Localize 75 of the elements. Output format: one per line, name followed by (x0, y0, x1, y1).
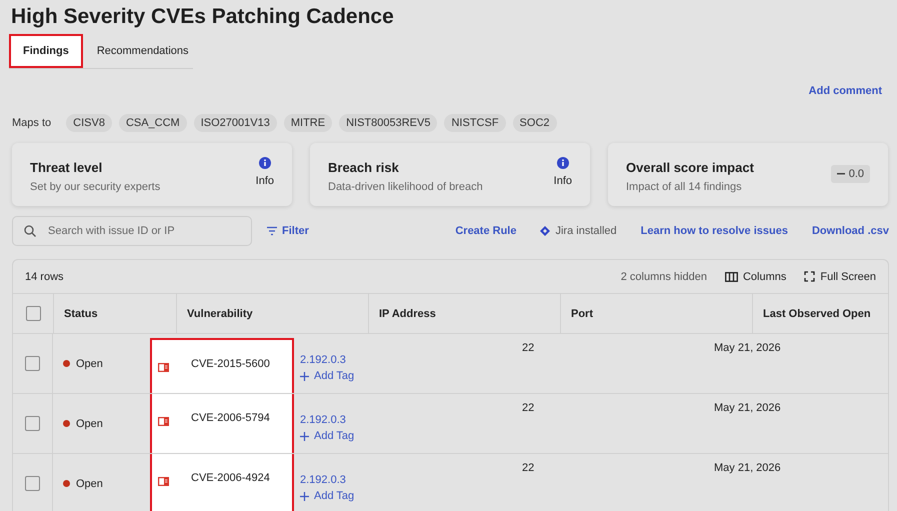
score-badge: 0.0 (830, 165, 870, 183)
row-checkbox[interactable] (25, 476, 40, 491)
card-title: Threat level (30, 160, 104, 175)
framework-tag: SOC2 (512, 114, 557, 132)
status-text: Open (76, 358, 103, 370)
status-text: Open (76, 418, 103, 430)
framework-tag: MITRE (284, 114, 332, 132)
port-text: 22 (522, 402, 534, 416)
status-dot-icon (63, 480, 70, 487)
columns-icon (724, 272, 738, 282)
column-header[interactable]: Status (64, 308, 98, 320)
row-count: 14 rows (25, 270, 64, 282)
plus-icon (300, 492, 309, 500)
filter-button[interactable]: Filter (266, 225, 309, 237)
status-dot-icon (63, 360, 70, 367)
status-dot-icon (63, 420, 70, 427)
full-screen-button[interactable]: Full Screen (804, 270, 876, 282)
date-text: May 21, 2026 (714, 462, 781, 476)
plus-icon (300, 432, 309, 440)
plus-icon (300, 372, 309, 380)
ip-link[interactable]: 2.192.0.3 (300, 354, 512, 366)
add-tag-link[interactable]: Add Tag (300, 490, 512, 502)
card-title: Overall score impact (626, 160, 754, 175)
card-value: Info (256, 175, 274, 187)
cve-id: CVE-2015-5600 (191, 358, 270, 370)
column-header[interactable]: IP Address (379, 308, 436, 320)
expand-icon (804, 271, 816, 282)
card-value: Info (554, 175, 572, 187)
search-field[interactable]: Search with issue ID or IP (12, 216, 252, 246)
action-link[interactable]: Learn how to resolve issues (640, 225, 788, 237)
column-header[interactable]: Vulnerability (187, 308, 253, 320)
page-title: High Severity CVEs Patching Cadence (11, 4, 395, 30)
card-subtitle: Data-driven likelihood of breach (328, 181, 483, 193)
ip-link[interactable]: 2.192.0.3 (300, 474, 512, 486)
jira-status: Jira installed (555, 225, 617, 237)
info-icon (556, 157, 569, 169)
cve-id: CVE-2006-4924 (191, 472, 270, 484)
panel-icon (158, 363, 169, 372)
minus-icon (836, 173, 845, 176)
port-text: 22 (522, 342, 534, 356)
panel-icon (158, 477, 169, 486)
card-subtitle: Set by our security experts (30, 181, 160, 193)
action-link[interactable]: Download .csv (812, 225, 889, 237)
framework-tag: NISTCSF (444, 114, 506, 132)
row-checkbox[interactable] (25, 416, 40, 431)
framework-tag: CISV8 (66, 114, 112, 132)
filter-icon (266, 226, 278, 236)
hidden-columns-note: 2 columns hidden (620, 270, 707, 282)
tab[interactable]: Recommendations (82, 34, 203, 68)
port-text: 22 (522, 462, 534, 476)
column-header[interactable]: Last Observed Open (763, 308, 871, 320)
select-all-checkbox[interactable] (26, 306, 40, 321)
search-icon (24, 225, 36, 237)
add-tag-link[interactable]: Add Tag (300, 370, 512, 382)
framework-tag: NIST80053REV5 (339, 114, 438, 132)
add-comment-link[interactable]: Add comment (808, 85, 882, 97)
date-text: May 21, 2026 (714, 402, 781, 416)
tab[interactable]: Findings (9, 34, 83, 68)
column-header[interactable]: Port (571, 308, 593, 320)
card-subtitle: Impact of all 14 findings (626, 181, 743, 193)
columns-button[interactable]: Columns (724, 270, 786, 282)
framework-tag: ISO27001V13 (194, 114, 277, 132)
panel-icon (158, 417, 169, 426)
framework-tag: CSA_CCM (118, 114, 187, 132)
ip-link[interactable]: 2.192.0.3 (300, 414, 512, 426)
card-title: Breach risk (328, 160, 400, 175)
date-text: May 21, 2026 (714, 342, 781, 356)
info-icon (258, 157, 271, 169)
maps-to-label: Maps to (12, 117, 52, 129)
cve-id: CVE-2006-5794 (191, 412, 270, 424)
diamond-icon (540, 226, 550, 236)
row-checkbox[interactable] (25, 356, 40, 371)
status-text: Open (76, 478, 103, 490)
action-link[interactable]: Create Rule (455, 225, 516, 237)
add-tag-link[interactable]: Add Tag (300, 430, 512, 442)
